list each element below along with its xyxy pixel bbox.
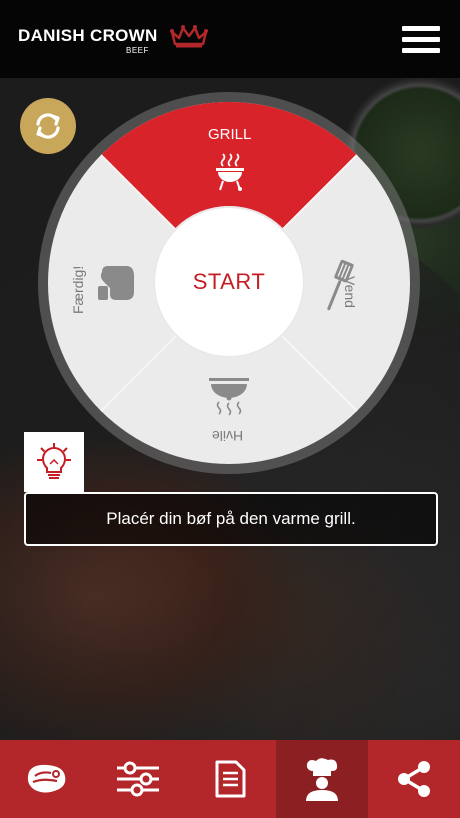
nav-item-recipe[interactable] <box>184 740 276 818</box>
tip-tab <box>24 432 84 492</box>
nav-item-steak[interactable] <box>0 740 92 818</box>
sync-button[interactable] <box>20 98 76 154</box>
app-header: DANISH CROWN BEEF <box>0 0 460 78</box>
brand-logo: DANISH CROWN BEEF <box>18 25 208 55</box>
start-button[interactable]: START <box>153 206 305 358</box>
nav-item-settings[interactable] <box>92 740 184 818</box>
brand-name: DANISH CROWN <box>18 26 158 45</box>
share-icon <box>398 761 430 797</box>
chef-icon <box>306 758 338 801</box>
start-label: START <box>192 269 266 294</box>
hamburger-menu-icon[interactable] <box>402 26 440 56</box>
brand-sub: BEEF <box>126 46 149 55</box>
refresh-icon <box>36 113 60 139</box>
steak-icon <box>27 764 66 793</box>
grill-icon <box>216 153 244 191</box>
tip-box: Placér din bøf på den varme grill. <box>24 492 438 546</box>
nav-item-share[interactable] <box>368 740 460 818</box>
lightbulb-icon <box>37 443 71 479</box>
segment-label-faerdig: Færdig! <box>70 265 86 314</box>
nav-item-chef[interactable] <box>276 740 368 818</box>
spatula-icon <box>327 259 354 311</box>
crown-icon <box>170 25 208 48</box>
oven-mitt-icon <box>98 266 134 300</box>
sliders-icon <box>117 761 159 797</box>
tip-text: Placér din bøf på den varme grill. <box>106 509 356 528</box>
bottom-nav <box>0 740 460 818</box>
cloche-icon <box>209 378 249 416</box>
segment-label-hvile: Hvile <box>212 428 244 444</box>
segment-label-grill: GRILL <box>208 126 252 143</box>
document-icon <box>215 760 246 798</box>
